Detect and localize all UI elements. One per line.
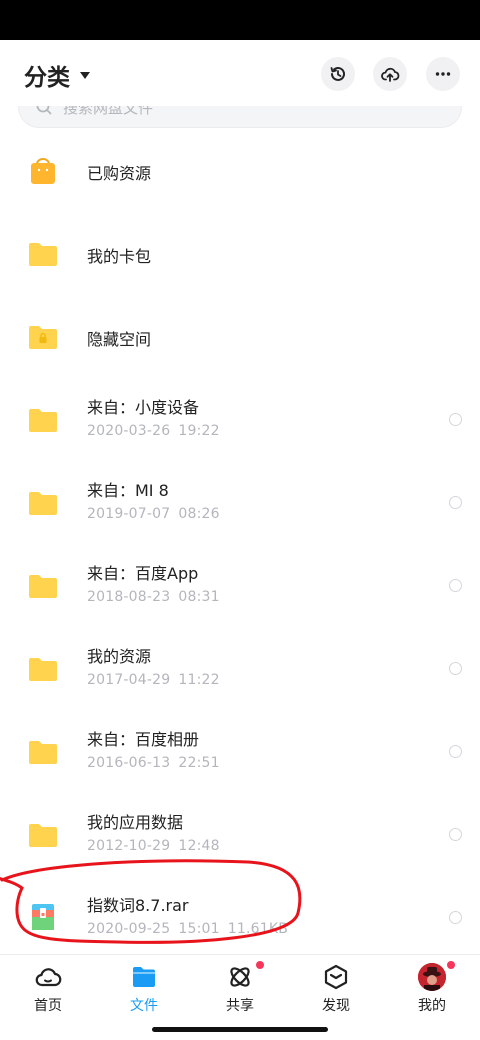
item-meta: 2017-04-29 11:22: [87, 672, 220, 688]
item-name: 来自：MI 8: [87, 481, 169, 500]
item-name: 我的应用数据: [87, 813, 184, 832]
list-item[interactable]: 指数词8.7.rar 2020-09-25 15:01 11.61KB: [0, 875, 480, 958]
folder-icon: [28, 573, 58, 599]
notification-badge: [447, 961, 455, 969]
status-bar: [0, 0, 480, 40]
item-meta: 2012-10-29 12:48: [87, 838, 220, 854]
select-radio[interactable]: [449, 911, 462, 924]
home-indicator: [152, 1027, 328, 1032]
list-item[interactable]: 来自：MI 8 2019-07-07 08:26: [0, 460, 480, 543]
cloud-upload-icon: [381, 67, 400, 82]
tab-discover[interactable]: 发现: [291, 963, 381, 1019]
item-name: 我的卡包: [87, 247, 152, 266]
home-cloud-icon: [35, 968, 62, 987]
list-item[interactable]: 隐藏空间: [0, 294, 480, 377]
item-meta: 2020-03-26 19:22: [87, 423, 220, 439]
header: 分类: [0, 40, 480, 106]
item-name: 我的资源: [87, 647, 152, 666]
tab-mine[interactable]: 我的: [387, 961, 477, 1019]
item-meta: 2019-07-07 08:26: [87, 506, 220, 522]
search-bar-clip: 搜索网盘文件: [0, 106, 480, 128]
item-meta: 2016-06-13 22:51: [87, 755, 220, 771]
item-name: 已购资源: [87, 164, 152, 183]
list-item[interactable]: 我的资源 2017-04-29 11:22: [0, 626, 480, 709]
more-button[interactable]: [426, 57, 460, 91]
list-item[interactable]: 我的应用数据 2012-10-29 12:48: [0, 792, 480, 875]
list-item[interactable]: 来自：百度相册 2016-06-13 22:51: [0, 709, 480, 792]
select-radio[interactable]: [449, 828, 462, 841]
discover-cube-icon: [324, 964, 348, 990]
item-meta: 2018-08-23 08:31: [87, 589, 220, 605]
folder-icon: [28, 407, 58, 433]
folder-icon: [28, 490, 58, 516]
select-radio[interactable]: [449, 579, 462, 592]
shopping-bag-icon: [28, 158, 58, 184]
list-item[interactable]: 已购资源: [0, 128, 480, 211]
page-title: 分类: [24, 65, 70, 91]
item-name: 指数词8.7.rar: [87, 896, 189, 915]
item-name: 隐藏空间: [87, 330, 152, 349]
select-radio[interactable]: [449, 662, 462, 675]
list-item[interactable]: 来自：小度设备 2020-03-26 19:22: [0, 377, 480, 460]
folder-icon: [28, 739, 58, 765]
select-radio[interactable]: [449, 745, 462, 758]
search-placeholder: 搜索网盘文件: [63, 106, 154, 117]
caret-down-icon: [80, 71, 90, 79]
more-icon: [435, 72, 451, 76]
tab-label: 共享: [226, 998, 254, 1014]
notification-badge: [256, 961, 264, 969]
history-icon: [330, 66, 345, 81]
archive-icon: [28, 904, 58, 930]
category-dropdown[interactable]: 分类: [24, 58, 90, 92]
tab-label: 我的: [418, 998, 446, 1014]
cloud-upload-button[interactable]: [373, 57, 407, 91]
search-icon: [36, 106, 52, 115]
history-button[interactable]: [321, 57, 355, 91]
folder-icon: [28, 656, 58, 682]
share-atom-icon: [230, 967, 250, 987]
folder-icon: [28, 822, 58, 848]
tab-share[interactable]: 共享: [195, 961, 285, 1019]
search-input[interactable]: 搜索网盘文件: [18, 106, 462, 128]
locked-folder-icon: [28, 324, 58, 350]
item-name: 来自：百度相册: [87, 730, 200, 749]
select-radio[interactable]: [449, 413, 462, 426]
list-item[interactable]: 来自：百度App 2018-08-23 08:31: [0, 543, 480, 626]
tab-home[interactable]: 首页: [3, 963, 93, 1019]
folder-icon: [28, 241, 58, 267]
item-name: 来自：百度App: [87, 564, 199, 583]
item-meta: 2020-09-25 15:01 11.61KB: [87, 921, 288, 937]
item-name: 来自：小度设备: [87, 398, 200, 417]
tab-label: 首页: [34, 998, 62, 1014]
tab-label: 文件: [130, 998, 158, 1014]
file-folder-icon: [133, 967, 155, 987]
tab-label: 发现: [322, 998, 350, 1014]
select-radio[interactable]: [449, 496, 462, 509]
list-item[interactable]: 我的卡包: [0, 211, 480, 294]
tab-files[interactable]: 文件: [99, 963, 189, 1019]
avatar: [418, 963, 446, 991]
